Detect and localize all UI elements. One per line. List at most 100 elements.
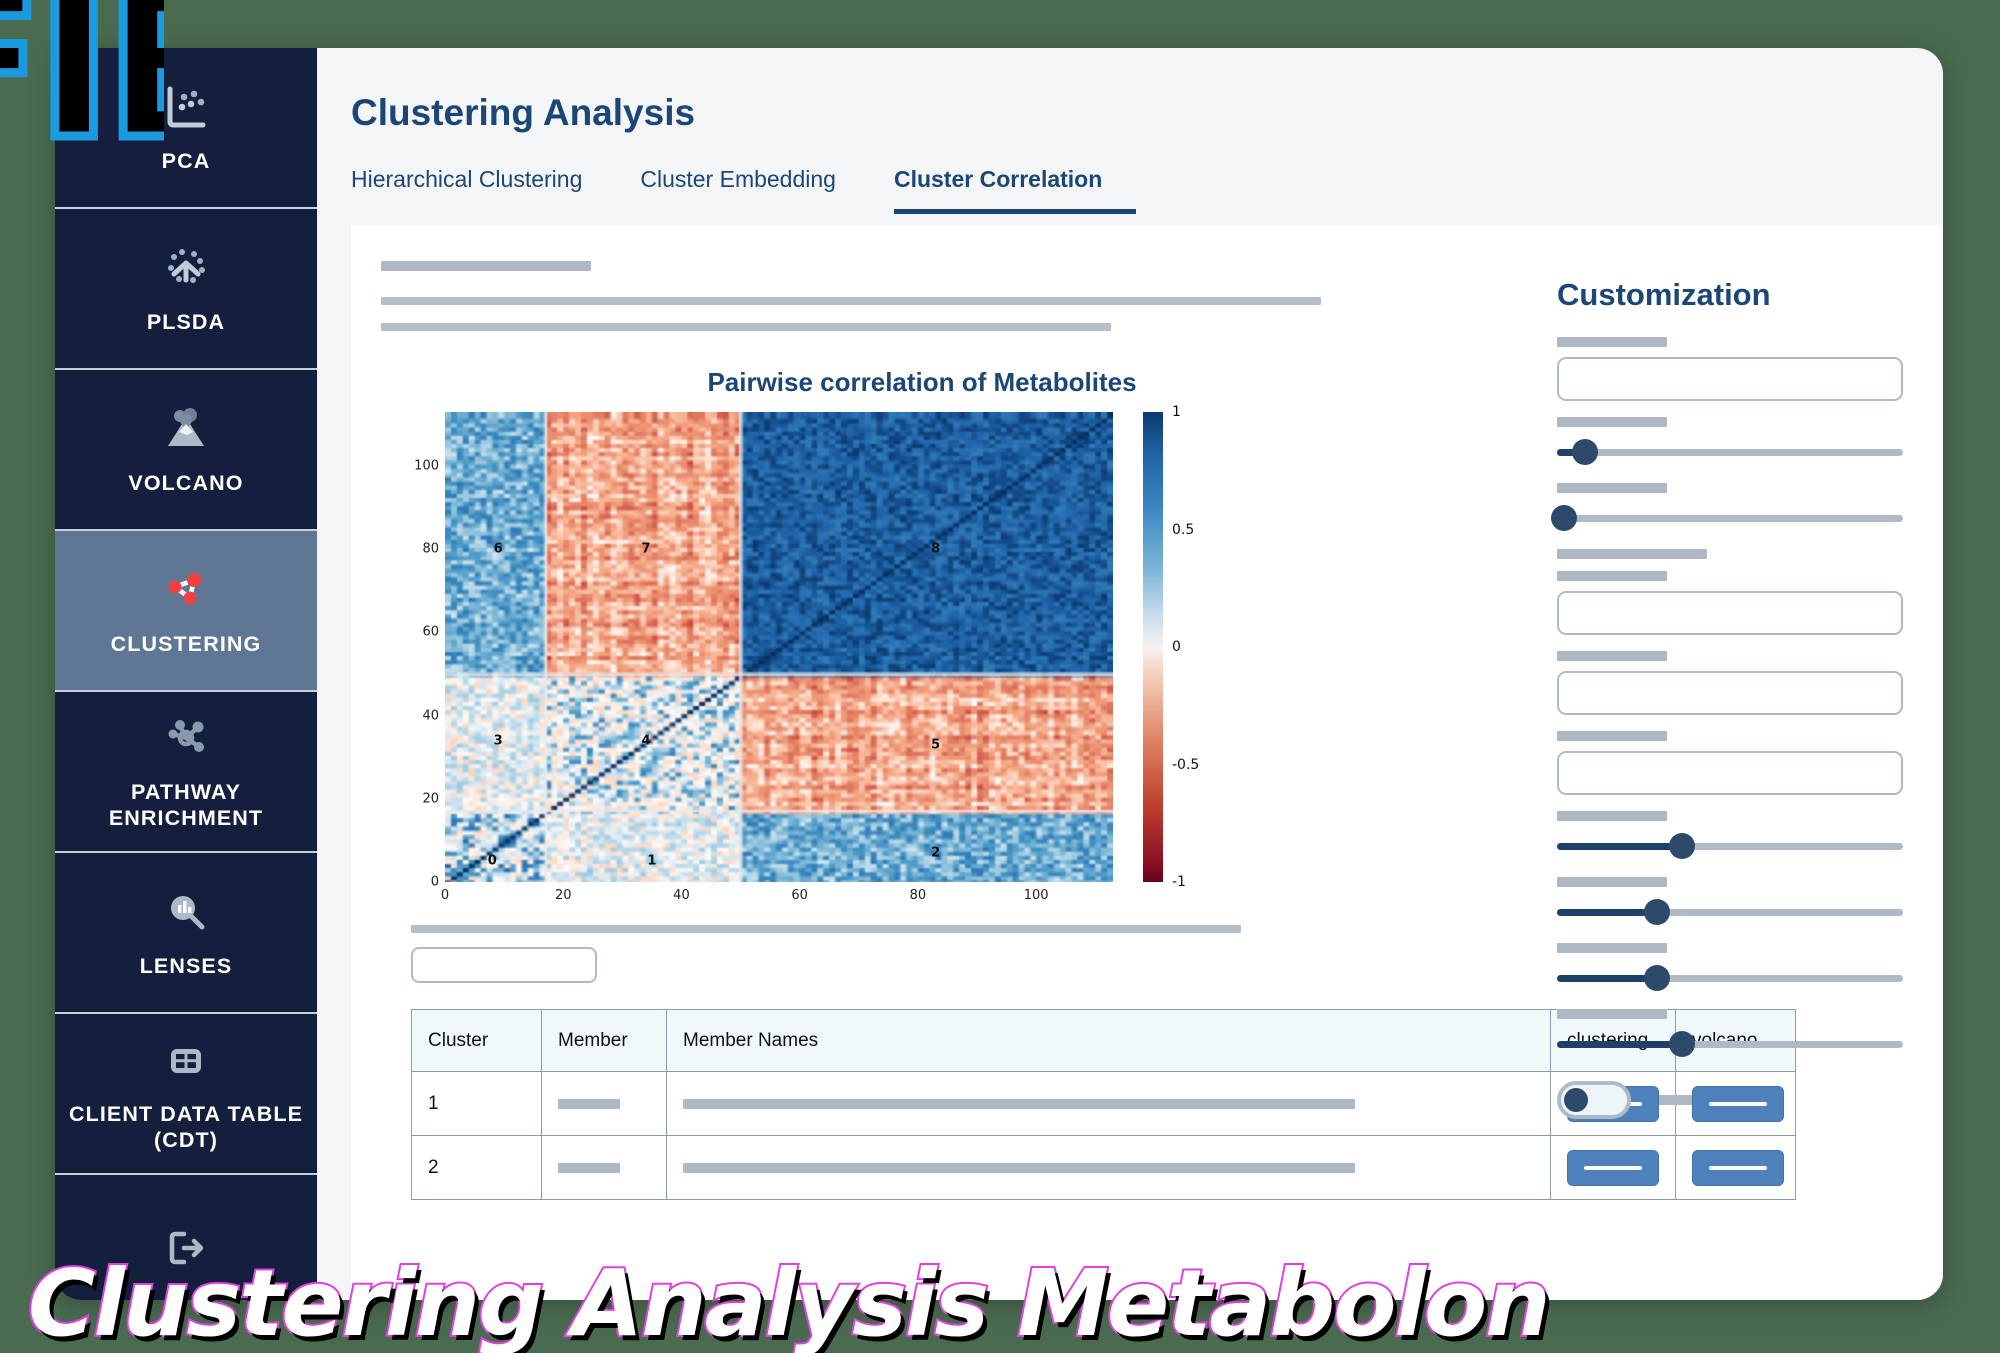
app-window: PCA PLSDA VOLCANO CLUSTERING PATHWAY ENR…: [55, 48, 1943, 1300]
sidebar-item-client-data-table[interactable]: CLIENT DATA TABLE (CDT): [55, 1014, 317, 1175]
heatmap-cluster-label: 4: [641, 733, 651, 749]
sidebar-item-logout[interactable]: [55, 1175, 317, 1300]
clustering-button[interactable]: [1567, 1149, 1659, 1186]
colorbar-tick-label: -0.5: [1172, 756, 1200, 773]
sidebar-item-label: PATHWAY ENRICHMENT: [108, 779, 264, 830]
column-header-member[interactable]: Member: [541, 1009, 667, 1072]
field-label-8: [1557, 811, 1667, 821]
y-tick-label: 20: [422, 791, 439, 807]
tab-cluster-embedding[interactable]: Cluster Embedding: [640, 160, 864, 214]
customization-toggle[interactable]: [1557, 1081, 1631, 1119]
heatmap-column: 0 1 2 3 4 5 6 7 8 0 20 40 60 80 100: [441, 412, 1113, 911]
chart-area: Pairwise correlation of Metabolites 0 20 4…: [351, 225, 1796, 1300]
x-tick-label: 80: [909, 888, 927, 903]
sidebar-item-pca[interactable]: PCA: [55, 48, 317, 209]
placeholder-bar-2: [381, 297, 1321, 305]
screenshot-root: FIELD PCA: [0, 0, 2000, 1353]
heatmap-figure: 0 20 40 60 80 100 0 1 2 3 4 5 6 7 8 0 20 40 60 80 100 1 0.5…: [381, 404, 1523, 911]
sidebar-item-label: VOLCANO: [128, 470, 244, 495]
colorbar-tick-label: 0.5: [1172, 521, 1195, 538]
cell-cluster: 1: [411, 1071, 542, 1136]
heatmap-cluster-label: 1: [647, 853, 657, 869]
placeholder-bar-4: [411, 925, 1241, 933]
heatmap-cluster-label: 8: [931, 541, 941, 557]
colorbar: 1 0.5 0 -0.5 -1: [1143, 404, 1213, 890]
customization-textbox-4[interactable]: [1557, 751, 1903, 795]
placeholder-bar-3: [381, 323, 1111, 331]
main-content: Clustering Analysis Hierarchical Cluster…: [317, 48, 1943, 1300]
plsda-icon: [160, 243, 212, 295]
field-label-2: [1557, 417, 1667, 427]
heatmap-cluster-label: 2: [931, 845, 941, 861]
sidebar-item-clustering[interactable]: CLUSTERING: [55, 531, 317, 692]
volcano-icon: [160, 404, 212, 456]
table-controls: [381, 911, 1523, 983]
heatmap-cluster-label: 7: [641, 541, 651, 557]
x-tick-label: 60: [791, 888, 808, 903]
table-grid-icon: [160, 1035, 212, 1087]
cell-cluster: 2: [411, 1135, 542, 1200]
field-label-1: [1557, 337, 1667, 347]
field-label-7: [1557, 731, 1667, 741]
customization-slider-2[interactable]: [1550, 503, 1903, 533]
y-tick-label: 80: [422, 541, 439, 557]
sidebar-item-lenses[interactable]: LENSES: [55, 853, 317, 1014]
colorbar-tick-label: 0: [1172, 639, 1181, 655]
x-tick-label: 40: [673, 888, 690, 903]
lens-magnifier-icon: [160, 887, 212, 939]
x-tick-label: 100: [1023, 888, 1049, 903]
logout-icon: [160, 1222, 212, 1274]
sidebar-item-label: PCA: [161, 148, 211, 173]
heatmap-cluster-label: 6: [493, 541, 503, 557]
sidebar-item-label: PLSDA: [146, 309, 226, 334]
field-label-5: [1557, 571, 1667, 581]
customization-slider-3[interactable]: [1557, 831, 1903, 861]
pathway-molecule-icon: [160, 713, 212, 765]
sidebar-item-label: CLUSTERING: [110, 631, 262, 656]
sidebar-item-label: CLIENT DATA TABLE (CDT): [68, 1101, 304, 1152]
volcano-button[interactable]: [1692, 1085, 1784, 1122]
chart-title: Pairwise correlation of Metabolites: [707, 367, 1137, 397]
volcano-button[interactable]: [1692, 1149, 1784, 1186]
sidebar-item-volcano[interactable]: VOLCANO: [55, 370, 317, 531]
customization-slider-4[interactable]: [1557, 897, 1903, 927]
customization-textbox-3[interactable]: [1557, 671, 1903, 715]
heatmap-cluster-label: 3: [493, 733, 503, 749]
sidebar-item-label: LENSES: [139, 953, 233, 978]
field-label-9: [1557, 877, 1667, 887]
colorbar-gradient: [1143, 412, 1163, 882]
tab-cluster-correlation[interactable]: Cluster Correlation: [893, 160, 1137, 214]
customization-slider-5[interactable]: [1557, 963, 1903, 993]
customization-textbox-1[interactable]: [1557, 357, 1903, 401]
customization-title: Customization: [1557, 277, 1771, 312]
pca-scatter-icon: [160, 82, 212, 134]
cell-member: [541, 1071, 667, 1136]
tab-bar: Hierarchical Clustering Cluster Embeddin…: [317, 134, 1943, 214]
placeholder-bar-1: [381, 261, 591, 271]
tab-hierarchical-clustering[interactable]: Hierarchical Clustering: [351, 160, 610, 214]
column-header-cluster[interactable]: Cluster: [411, 1009, 542, 1072]
table-search-input[interactable]: [411, 947, 597, 983]
field-label-11: [1557, 1009, 1667, 1019]
column-header-member-names[interactable]: Member Names: [666, 1009, 1551, 1072]
customization-panel: Customization: [1523, 225, 1943, 1300]
customization-slider-1[interactable]: [1557, 437, 1903, 467]
field-label-10: [1557, 943, 1667, 953]
page-title: Clustering Analysis: [351, 92, 696, 133]
x-tick-label: 20: [554, 888, 572, 903]
y-tick-label: 60: [422, 624, 439, 640]
colorbar-tick-label: -1: [1172, 874, 1186, 890]
sidebar: PCA PLSDA VOLCANO CLUSTERING PATHWAY ENR…: [55, 48, 317, 1300]
y-axis: 0 20 40 60 80 100: [399, 412, 445, 890]
field-label-3: [1557, 483, 1667, 493]
customization-textbox-2[interactable]: [1557, 591, 1903, 635]
customization-slider-6[interactable]: [1557, 1029, 1903, 1059]
x-axis: 0 20 40 60 80 100: [441, 885, 1113, 911]
heatmap-plot[interactable]: 0 1 2 3 4 5 6 7 8: [445, 412, 1113, 882]
clustering-network-icon: [160, 565, 212, 617]
sidebar-item-plsda[interactable]: PLSDA: [55, 209, 317, 370]
sidebar-item-pathway-enrichment[interactable]: PATHWAY ENRICHMENT: [55, 692, 317, 853]
heatmap-cluster-label: 5: [931, 737, 941, 753]
x-tick-label: 0: [440, 888, 450, 903]
field-label-4: [1557, 549, 1707, 559]
